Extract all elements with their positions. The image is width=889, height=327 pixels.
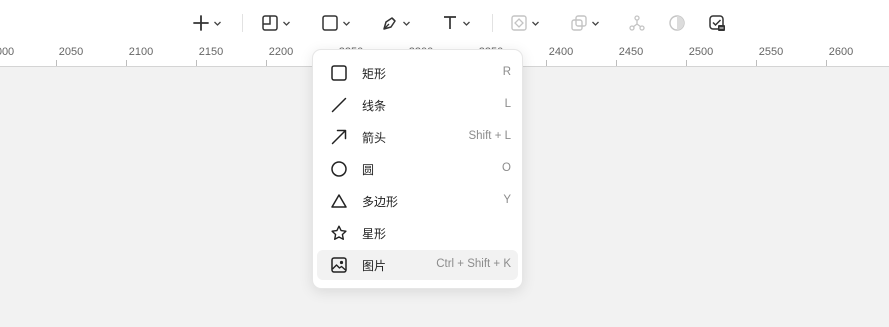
chevron-down-icon [591,19,600,28]
ruler-tick [546,60,547,66]
menu-item-shortcut: Shift + L [468,130,511,142]
plus-icon [192,14,210,32]
top-toolbar [0,0,889,46]
menu-item-rectangle[interactable]: 矩形 R [317,58,518,88]
ruler-tick [196,60,197,66]
menu-item-shortcut: Y [503,194,511,206]
menu-item-label: 矩形 [362,67,387,81]
menu-item-label: 图片 [362,259,387,273]
menu-item-polygon[interactable]: 多边形 Y [317,186,518,216]
boolean-tool-button[interactable] [570,11,600,35]
menu-item-shortcut: R [502,66,511,78]
rectangle-icon [331,65,347,81]
ruler-tick-label: 2400 [548,46,574,58]
ruler-tick-label: 2450 [618,46,644,58]
menu-item-star[interactable]: 星形 [317,218,518,248]
chevron-down-icon [402,19,411,28]
toolbar-divider [242,14,243,32]
menu-item-shortcut: Ctrl + Shift + K [436,258,511,270]
ruler-tick-label: 2200 [268,46,294,58]
vector-network-button[interactable] [628,11,646,35]
vector-network-icon [628,14,646,32]
ruler-tick-label: 2600 [828,46,854,58]
text-icon [441,14,459,32]
menu-item-shortcut: L [504,98,511,110]
check-export-button[interactable] [708,11,726,35]
ruler-tick [756,60,757,66]
ruler-tick-label: 000 [0,46,15,58]
line-icon [331,97,347,113]
image-icon [331,257,347,273]
shape-menu: 矩形 R 线条 L 箭头 Shift + L 圆 O 多边形 Y 星形 图片 C… [312,49,523,289]
ruler-tick-label: 2100 [128,46,154,58]
ruler-tick [686,60,687,66]
menu-item-label: 星形 [362,227,387,241]
pen-icon [381,14,399,32]
arrow-icon [331,129,347,145]
menu-item-label: 线条 [362,99,387,113]
menu-item-label: 圆 [362,163,375,177]
text-tool-button[interactable] [441,11,471,35]
ruler-tick [56,60,57,66]
menu-item-label: 多边形 [362,195,399,209]
chevron-down-icon [282,19,291,28]
check-export-icon [708,14,726,32]
ruler-tick-label: 2500 [688,46,714,58]
menu-item-image[interactable]: 图片 Ctrl + Shift + K [317,250,518,280]
ruler-tick [826,60,827,66]
pen-tool-button[interactable] [381,11,411,35]
menu-item-arrow[interactable]: 箭头 Shift + L [317,122,518,152]
circle-icon [331,161,347,177]
frame-tool-button[interactable] [261,11,291,35]
toolbar-divider [492,14,493,32]
ruler-tick-label: 2550 [758,46,784,58]
ruler-tick [126,60,127,66]
menu-item-circle[interactable]: 圆 O [317,154,518,184]
mask-icon [668,14,686,32]
ruler-tick [616,60,617,66]
menu-item-shortcut: O [502,162,511,174]
triangle-icon [331,193,347,209]
component-tool-button[interactable] [510,11,540,35]
ruler-tick [266,60,267,66]
chevron-down-icon [213,19,222,28]
insert-tool-button[interactable] [192,11,222,35]
chevron-down-icon [462,19,471,28]
menu-item-label: 箭头 [362,131,387,145]
component-icon [510,14,528,32]
star-icon [331,225,347,241]
chevron-down-icon [342,19,351,28]
ruler-tick-label: 2050 [58,46,84,58]
menu-item-line[interactable]: 线条 L [317,90,518,120]
chevron-down-icon [531,19,540,28]
boolean-icon [570,14,588,32]
shape-tool-button[interactable] [321,11,351,35]
rectangle-icon [321,14,339,32]
ruler-tick-label: 2150 [198,46,224,58]
frame-icon [261,14,279,32]
mask-tool-button[interactable] [668,11,686,35]
